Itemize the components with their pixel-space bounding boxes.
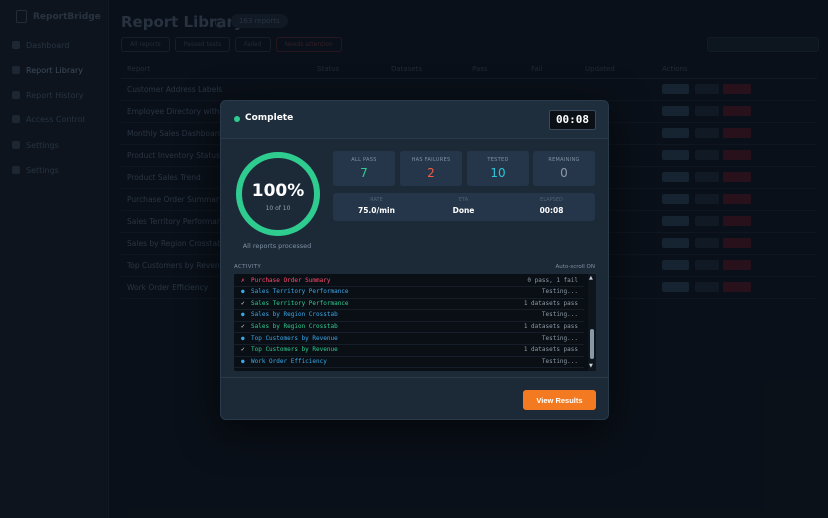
modal-header: Complete 00:08 (221, 101, 608, 139)
test-progress-modal: Complete 00:08 100% 10 of 10 All reports… (220, 100, 609, 420)
log-status-icon: ● (241, 311, 245, 319)
stat-value: 2 (427, 166, 435, 180)
view-results-button[interactable]: View Results (523, 390, 596, 410)
info-value: 75.0/min (358, 206, 395, 215)
log-report-name: Work Order Efficiency (251, 357, 327, 365)
log-report-name: Top Customers by Revenue (251, 334, 338, 342)
log-status-icon: ● (241, 357, 245, 365)
info-label: RATE (370, 197, 383, 203)
log-report-name: Sales Territory Performance (251, 299, 349, 307)
stat-label: REMAINING (548, 157, 580, 163)
log-report-name: Sales by Region Crosstab (251, 322, 338, 330)
log-report-name: Purchase Order Summary (251, 276, 331, 284)
progress-count: 10 of 10 (265, 205, 291, 212)
progress-caption: All reports processed (242, 242, 312, 250)
stat-has-failures: HAS FAILURES 2 (400, 151, 462, 186)
log-status-text: 0 pass, 1 fail (527, 276, 578, 284)
stat-label: ALL PASS (351, 157, 377, 163)
log-status-text: Testing... (541, 288, 578, 296)
info-value: 00:08 (539, 206, 564, 215)
log-status-text: 1 datasets pass (523, 299, 578, 307)
scroll-thumb[interactable] (590, 329, 594, 359)
modal-divider (221, 377, 608, 378)
log-status-icon: ✓ (241, 322, 245, 330)
stat-label: TESTED (487, 157, 509, 163)
log-status-text: 1 datasets pass (523, 322, 578, 330)
info-elapsed: ELAPSED 00:08 (508, 193, 595, 221)
log-entry: ● Work Order Efficiency Testing... (234, 356, 584, 369)
log-status-icon: ● (241, 288, 245, 296)
log-status-text: 1 datasets pass (523, 346, 578, 354)
activity-label: ACTIVITY (234, 264, 261, 270)
log-status-icon: ✓ (241, 346, 245, 354)
stat-tested: TESTED 10 (467, 151, 529, 186)
modal-status: Complete (245, 113, 294, 123)
timer: 00:08 (549, 110, 596, 130)
stat-all-pass: ALL PASS 7 (333, 151, 395, 186)
stat-value: 0 (560, 166, 568, 180)
progress-percent: 100% (251, 181, 305, 201)
info-label: ELAPSED (540, 197, 563, 203)
log-report-name: Top Customers by Revenue (251, 346, 338, 354)
info-eta: ETA Done (420, 193, 507, 221)
autoscroll-toggle[interactable]: Auto-scroll ON (521, 264, 596, 270)
info-value: Done (452, 206, 475, 215)
status-dot-icon (234, 116, 240, 122)
log-status-text: Testing... (541, 334, 578, 342)
stat-remaining: REMAINING 0 (533, 151, 595, 186)
scroll-up-icon[interactable]: ▲ (589, 275, 593, 281)
info-rate: RATE 75.0/min (333, 193, 420, 221)
log-status-icon: ● (241, 334, 245, 342)
log-report-name: Sales by Region Crosstab (251, 311, 338, 319)
log-report-name: Sales Territory Performance (251, 288, 349, 296)
run-info: RATE 75.0/min ETA Done ELAPSED 00:08 (333, 193, 595, 221)
log-status-icon: ✓ (241, 299, 245, 307)
log-scrollbar[interactable]: ▲ ▼ (588, 274, 596, 371)
stat-label: HAS FAILURES (411, 157, 451, 163)
activity-log[interactable]: ✗ Purchase Order Summary 0 pass, 1 fail ● Sa… (234, 274, 596, 371)
log-status-text: Testing... (541, 311, 578, 319)
scroll-down-icon[interactable]: ▼ (589, 363, 593, 369)
info-label: ETA (458, 197, 469, 203)
stat-value: 7 (360, 166, 368, 180)
log-status-icon: ✗ (241, 276, 245, 284)
log-status-text: Testing... (541, 357, 578, 365)
stat-value: 10 (490, 166, 506, 180)
